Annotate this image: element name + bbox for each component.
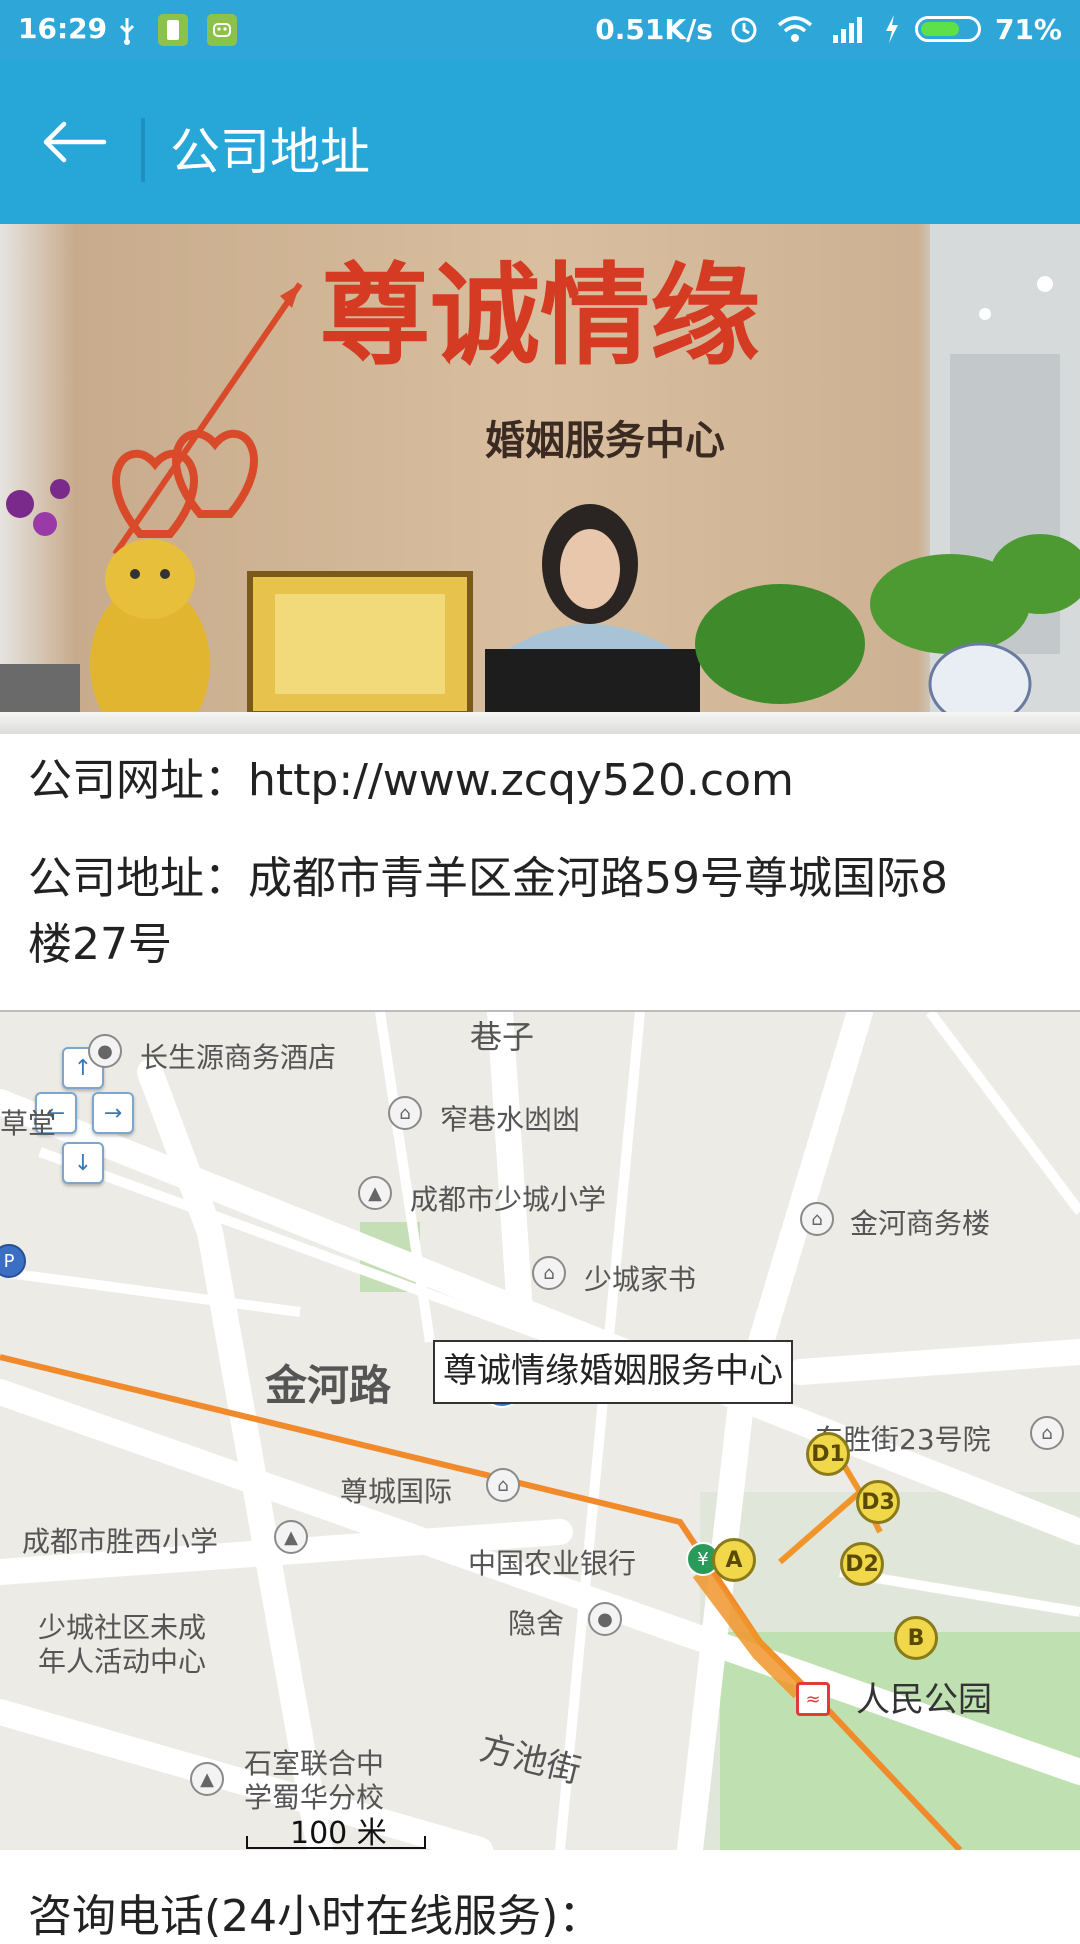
- appbar-divider: [141, 118, 145, 182]
- school2-poi-icon: ▲: [274, 1520, 308, 1554]
- map-label-youth2: 年人活动中心: [38, 1645, 207, 1678]
- map-label-school2: 成都市胜西小学: [22, 1525, 219, 1558]
- usb-icon: [112, 14, 142, 46]
- network-speed: 0.51K/s: [595, 12, 713, 46]
- residence-poi-icon: ⌂: [1030, 1416, 1064, 1450]
- consult-phone-label: 咨询电话(24小时在线服务)：: [28, 1891, 603, 1942]
- charging-icon: [885, 15, 898, 43]
- status-right: 0.51K/s 71%: [595, 12, 1062, 46]
- zuncheng-poi-icon: ⌂: [486, 1468, 520, 1502]
- status-time: 16:29: [18, 12, 108, 45]
- map-label-shaocheng-books: 少城家书: [584, 1263, 697, 1296]
- metro-station-icon: ≈: [796, 1682, 830, 1716]
- map-label-left-edge: 草堂: [0, 1107, 57, 1140]
- map-label-hotel: 长生源商务酒店: [140, 1041, 337, 1074]
- building-poi-icon: ⌂: [800, 1202, 834, 1236]
- map-label-jinhe-building: 金河商务楼: [850, 1207, 991, 1240]
- office-photo: 尊诚情缘 婚姻服务中心: [0, 224, 1080, 734]
- map-view[interactable]: ↑ ← → ↓ 草堂 巷子 ● 长生源商务酒店 ⌂ 窄巷水凼凼 ▲ 成都市少城小…: [0, 1010, 1080, 1850]
- arrow-left-icon: [43, 121, 107, 163]
- battery-saver-icon: [158, 14, 188, 46]
- map-label-school1: 成都市少城小学: [410, 1183, 607, 1216]
- back-button[interactable]: [40, 120, 110, 164]
- map-label-zuncheng: 尊城国际: [340, 1475, 453, 1508]
- wifi-icon: [777, 16, 813, 42]
- landmark-poi-icon: ⌂: [388, 1096, 422, 1130]
- map-label-bank: 中国农业银行: [468, 1547, 637, 1580]
- android-icon: [207, 14, 237, 46]
- map-label-yinshe: 隐舍: [508, 1607, 565, 1640]
- map-pan-down-button[interactable]: ↓: [62, 1142, 104, 1184]
- map-label-xiangshui: 窄巷水凼凼: [440, 1103, 581, 1136]
- company-address-line1: 公司地址：成都市青羊区金河路59号尊城国际8: [28, 853, 948, 904]
- sign-main: 尊诚情缘: [320, 251, 760, 380]
- school3-poi-icon: ▲: [190, 1762, 224, 1796]
- school-poi-icon: ▲: [358, 1176, 392, 1210]
- metro-exit-d2: D2: [840, 1542, 884, 1586]
- alarm-icon: [731, 17, 757, 43]
- bookstore-poi-icon: ⌂: [532, 1256, 566, 1290]
- map-label-people-park: 人民公园: [856, 1680, 992, 1720]
- map-pan-right-button[interactable]: →: [92, 1092, 134, 1134]
- map-label-alley: 巷子: [470, 1018, 535, 1056]
- map-callout[interactable]: 尊诚情缘婚姻服务中心: [433, 1340, 793, 1404]
- battery-icon: [914, 16, 981, 42]
- signal-icon: [832, 17, 862, 43]
- company-website[interactable]: 公司网址：http://www.zcqy520.com: [28, 748, 794, 814]
- yinshe-poi-icon: ●: [588, 1602, 622, 1636]
- map-scale-bar: [246, 1836, 426, 1849]
- metro-exit-b: B: [894, 1616, 938, 1660]
- metro-exit-d1: D1: [806, 1432, 850, 1476]
- sign-sub: 婚姻服务中心: [485, 418, 725, 464]
- company-address-line2: 楼27号: [28, 919, 172, 970]
- hotel-poi-icon: ●: [88, 1034, 122, 1068]
- status-bar: 16:29 0.51K/s 71%: [0, 0, 1080, 60]
- map-road-jinhe: 金河路: [265, 1361, 392, 1410]
- metro-exit-a: A: [712, 1538, 756, 1582]
- battery-percent: 71%: [994, 12, 1062, 46]
- metro-exit-d3: D3: [856, 1480, 900, 1524]
- page-title: 公司地址: [170, 123, 370, 181]
- app-bar: 公司地址: [0, 60, 1080, 224]
